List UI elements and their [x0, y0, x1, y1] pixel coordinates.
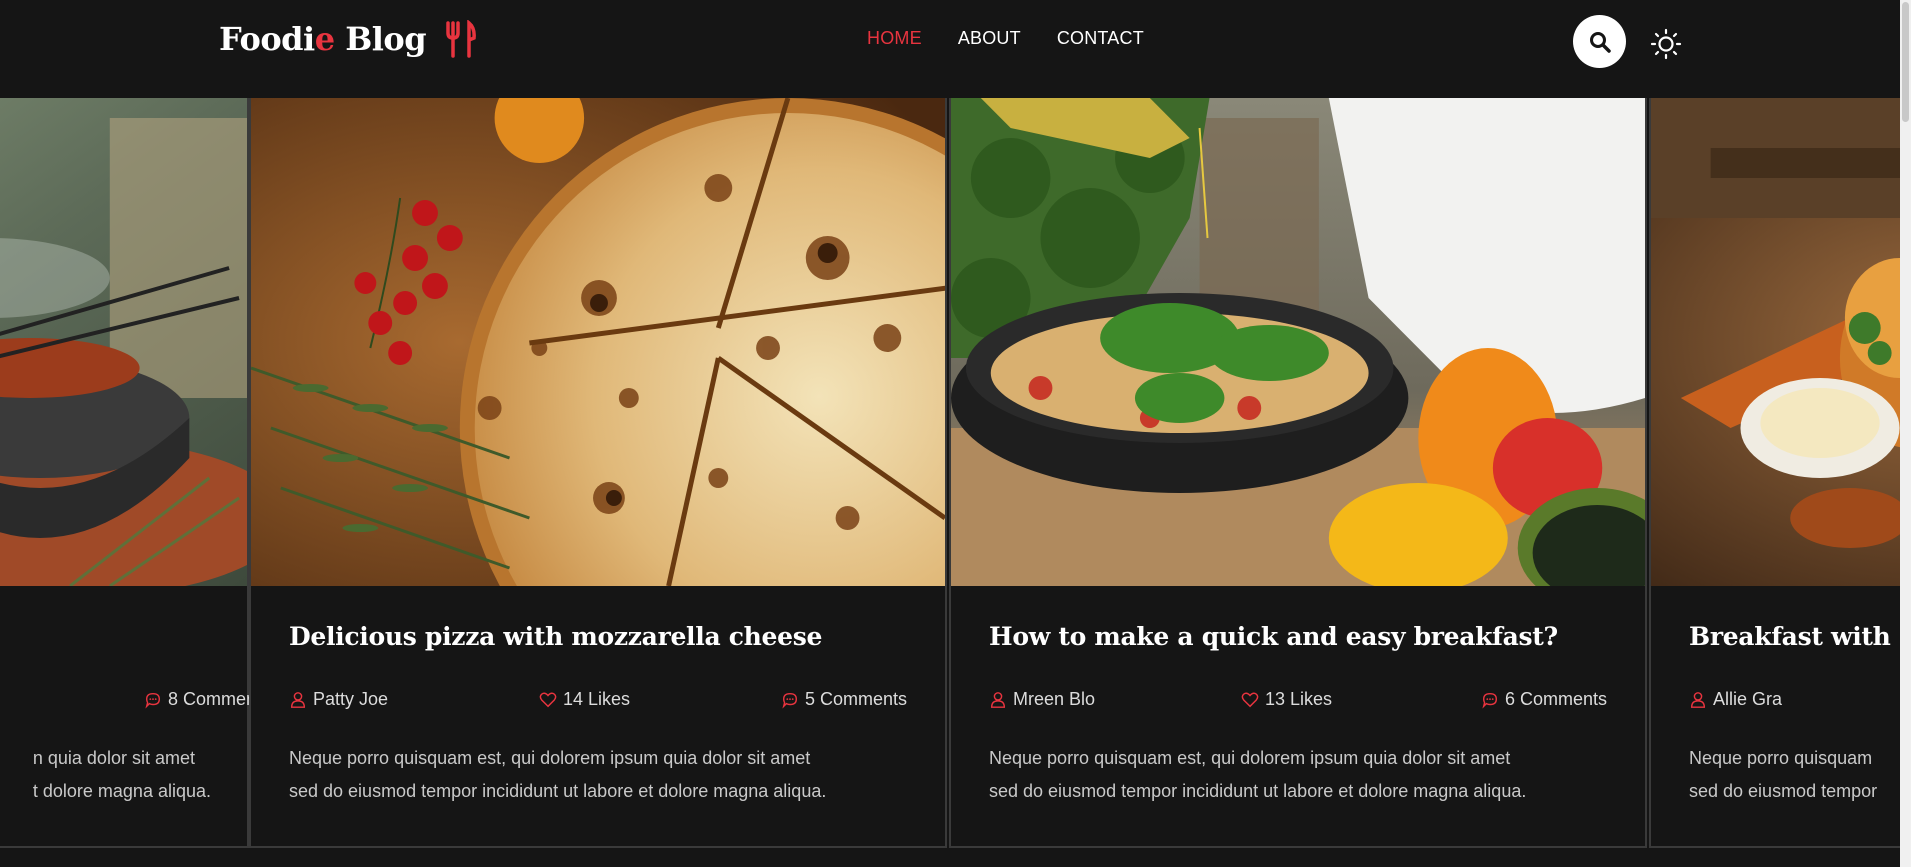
post-title[interactable]: Breakfast with Bu	[1689, 622, 1900, 651]
post-excerpt: n quia dolor sit amet t dolore magna ali…	[33, 742, 211, 808]
post-card[interactable]: e 8 Comments n quia dolor sit amet t dol…	[0, 98, 270, 848]
theme-toggle-button[interactable]	[1650, 28, 1682, 60]
post-image-bbq[interactable]	[0, 98, 247, 586]
post-author[interactable]: Allie Gra	[1689, 689, 1782, 710]
user-icon	[990, 691, 1006, 708]
post-author[interactable]: Patty Joe	[289, 689, 388, 710]
post-title[interactable]: How to make a quick and easy breakfast?	[989, 622, 1558, 651]
sun-icon	[1650, 28, 1682, 60]
comments-count: 6 Comments	[1504, 689, 1607, 709]
page-scrollbar[interactable]	[1900, 0, 1911, 867]
logo-text-end: Blog	[334, 20, 427, 58]
site-logo[interactable]: Foodie Blog	[219, 19, 477, 66]
comment-icon	[782, 692, 797, 709]
post-image-breakfast[interactable]	[951, 98, 1645, 586]
search-button[interactable]	[1573, 15, 1626, 68]
comment-icon	[1482, 692, 1497, 709]
main-nav: HOME ABOUT CONTACT	[867, 28, 1144, 49]
excerpt-line: Neque porro quisquam est, qui dolorem ip…	[989, 748, 1511, 768]
nav-contact[interactable]: CONTACT	[1057, 28, 1144, 49]
author-name: Mreen Blo	[1013, 689, 1096, 709]
post-meta: 8 Comments	[0, 689, 270, 713]
post-card[interactable]: Breakfast with Bu Allie Gra Neque porro …	[1649, 98, 1900, 848]
site-header: Foodie Blog HOME ABOUT CONTACT	[0, 0, 1900, 98]
author-name: Allie Gra	[1713, 689, 1783, 709]
post-author[interactable]: Mreen Blo	[989, 689, 1095, 710]
post-excerpt: Neque porro quisquam sed do eiusmod temp…	[1689, 742, 1900, 808]
logo-text-main: Foodi	[219, 20, 315, 58]
post-comments[interactable]: 6 Comments	[1481, 689, 1607, 710]
fork-knife-icon	[443, 19, 477, 66]
post-card[interactable]: How to make a quick and easy breakfast? …	[949, 98, 1647, 848]
nav-home[interactable]: HOME	[867, 28, 922, 49]
heart-icon	[1241, 692, 1259, 707]
scrollbar-thumb[interactable]	[1902, 2, 1909, 122]
post-meta: Patty Joe 14 Likes 5 Comments	[289, 689, 907, 713]
post-image-pizza[interactable]	[251, 98, 945, 586]
post-meta: Mreen Blo 13 Likes 6 Comments	[989, 689, 1607, 713]
excerpt-line: sed do eiusmod tempor incididunt ut labo…	[989, 781, 1527, 801]
post-image-burger[interactable]	[1651, 98, 1900, 586]
post-comments[interactable]: 5 Comments	[781, 689, 907, 710]
nav-about[interactable]: ABOUT	[958, 28, 1021, 49]
post-excerpt: Neque porro quisquam est, qui dolorem ip…	[289, 742, 919, 808]
post-carousel: e 8 Comments n quia dolor sit amet t dol…	[0, 98, 1900, 848]
post-card[interactable]: Delicious pizza with mozzarella cheese P…	[249, 98, 947, 848]
post-title[interactable]: Delicious pizza with mozzarella cheese	[289, 622, 822, 651]
comment-icon	[145, 692, 161, 709]
post-excerpt: Neque porro quisquam est, qui dolorem ip…	[989, 742, 1619, 808]
author-name: Patty Joe	[313, 689, 389, 709]
search-icon	[1589, 31, 1611, 53]
heart-icon	[539, 692, 557, 707]
excerpt-line: sed do eiusmod tempor	[1689, 781, 1878, 801]
logo-text-accent: e	[314, 20, 335, 58]
post-likes[interactable]: 14 Likes	[539, 689, 630, 710]
comments-count: 5 Comments	[804, 689, 907, 709]
excerpt-line: Neque porro quisquam	[1689, 748, 1873, 768]
excerpt-line: n quia dolor sit amet	[32, 748, 195, 768]
excerpt-line: sed do eiusmod tempor incididunt ut labo…	[289, 781, 827, 801]
likes-count: 13 Likes	[1265, 689, 1333, 709]
excerpt-line: t dolore magna aliqua.	[32, 781, 211, 801]
likes-count: 14 Likes	[563, 689, 631, 709]
excerpt-line: Neque porro quisquam est, qui dolorem ip…	[289, 748, 811, 768]
post-likes[interactable]: 13 Likes	[1241, 689, 1332, 710]
post-meta: Allie Gra	[1689, 689, 1900, 713]
user-icon	[1690, 691, 1706, 708]
user-icon	[290, 691, 306, 708]
